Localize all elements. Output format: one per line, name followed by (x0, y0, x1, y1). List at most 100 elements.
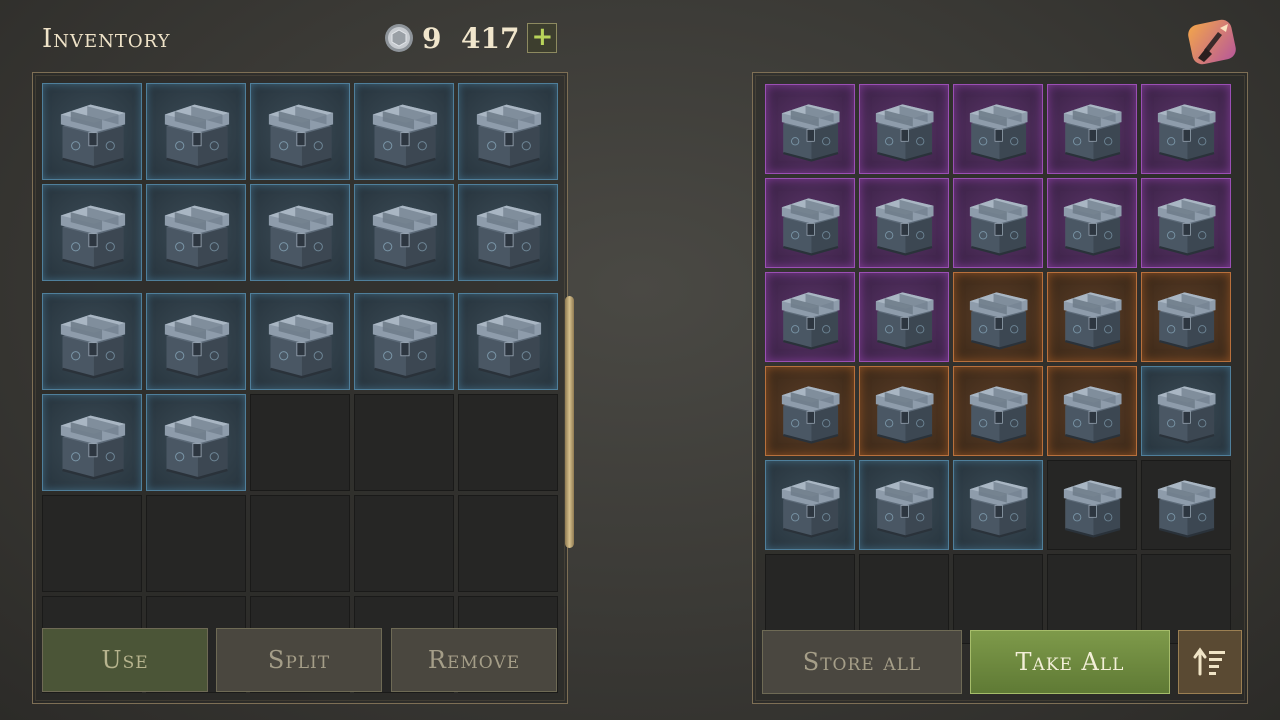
inventory-scrollbar[interactable] (565, 296, 574, 548)
steel-chest-icon (476, 314, 541, 379)
remove-button[interactable]: Remove (391, 628, 557, 692)
steel-chest-icon (372, 314, 437, 379)
steel-chest-icon (875, 386, 934, 444)
steel-chest-icon (476, 104, 541, 169)
inventory-slot-item[interactable] (1047, 178, 1137, 268)
inventory-slot-item[interactable] (250, 293, 350, 390)
empty-slot (250, 495, 350, 592)
steel-chest-icon (875, 292, 934, 350)
steel-chest-icon (164, 314, 229, 379)
inventory-slot-item[interactable] (42, 293, 142, 390)
steel-chest-icon (781, 480, 840, 538)
steel-chest-icon (60, 314, 125, 379)
inventory-slot-item[interactable] (458, 293, 558, 390)
inventory-slot-item[interactable] (1141, 84, 1231, 174)
inventory-slot-item[interactable] (765, 178, 855, 268)
inventory-slot-item[interactable] (765, 84, 855, 174)
inventory-slot-item[interactable] (1047, 84, 1137, 174)
steel-chest-icon (969, 386, 1028, 444)
inventory-slot-item[interactable] (146, 394, 246, 491)
steel-chest-icon (164, 415, 229, 480)
steel-chest-icon (268, 205, 333, 270)
split-button[interactable]: Split (216, 628, 382, 692)
sort-icon (1193, 647, 1225, 676)
inventory-slot-item[interactable] (859, 178, 949, 268)
steel-chest-icon (372, 205, 437, 270)
steel-chest-icon (1063, 104, 1122, 162)
inventory-slot-item[interactable] (953, 84, 1043, 174)
inventory-slot-item[interactable] (1141, 366, 1231, 456)
empty-slot (250, 394, 350, 491)
steel-chest-icon (875, 198, 934, 256)
empty-slot (458, 495, 558, 592)
steel-chest-icon (781, 292, 840, 350)
steel-chest-icon (476, 205, 541, 270)
inventory-slot-item[interactable] (146, 293, 246, 390)
steel-chest-icon (164, 104, 229, 169)
inventory-slot-item[interactable] (765, 366, 855, 456)
store-all-button[interactable]: Store all (762, 630, 962, 694)
inventory-slot-item[interactable] (953, 178, 1043, 268)
inventory-slot-item[interactable] (953, 460, 1043, 550)
steel-chest-icon (875, 104, 934, 162)
steel-chest-icon (60, 415, 125, 480)
steel-chest-icon (1063, 198, 1122, 256)
use-button[interactable]: Use (42, 628, 208, 692)
steel-chest-icon (781, 386, 840, 444)
steel-chest-icon (268, 314, 333, 379)
clean-up-broom-icon[interactable] (1184, 14, 1242, 72)
inventory-slot-item[interactable] (354, 184, 454, 281)
inventory-slot-item[interactable] (250, 184, 350, 281)
steel-chest-icon (60, 205, 125, 270)
empty-slot (146, 495, 246, 592)
inventory-slot-item[interactable] (765, 272, 855, 362)
steel-chest-icon (969, 104, 1028, 162)
steel-chest-icon (60, 104, 125, 169)
steel-chest-icon (1157, 480, 1216, 538)
inventory-slot-item[interactable] (250, 83, 350, 180)
steel-chest-icon (1157, 198, 1216, 256)
inventory-slot-item[interactable] (1047, 366, 1137, 456)
steel-chest-icon (1063, 292, 1122, 350)
inventory-slot-item[interactable] (859, 272, 949, 362)
inventory-slot-item[interactable] (859, 366, 949, 456)
inventory-slot-item[interactable] (859, 460, 949, 550)
steel-chest-icon (1063, 480, 1122, 538)
empty-slot (354, 495, 454, 592)
inventory-slot-item[interactable] (1141, 460, 1231, 550)
steel-chest-icon (781, 104, 840, 162)
inventory-slot-item[interactable] (953, 366, 1043, 456)
inventory-slot-item[interactable] (42, 184, 142, 281)
take-all-button[interactable]: Take All (970, 630, 1170, 694)
inventory-slot-item[interactable] (1141, 178, 1231, 268)
empty-slot (458, 394, 558, 491)
steel-chest-icon (1063, 386, 1122, 444)
steel-chest-icon (268, 104, 333, 169)
inventory-slot-item[interactable] (146, 184, 246, 281)
inventory-slot-item[interactable] (1047, 460, 1137, 550)
steel-chest-icon (875, 480, 934, 538)
inventory-slot-item[interactable] (354, 83, 454, 180)
inventory-slot-item[interactable] (859, 84, 949, 174)
steel-chest-icon (1157, 386, 1216, 444)
inventory-slot-item[interactable] (765, 460, 855, 550)
empty-slot (354, 394, 454, 491)
steel-chest-icon (781, 198, 840, 256)
steel-chest-icon (969, 292, 1028, 350)
steel-chest-icon (969, 480, 1028, 538)
inventory-slot-item[interactable] (42, 83, 142, 180)
add-currency-button[interactable]: + (527, 23, 558, 53)
sort-button[interactable] (1178, 630, 1242, 694)
inventory-slot-item[interactable] (1141, 272, 1231, 362)
steel-chest-icon (969, 198, 1028, 256)
inventory-slot-item[interactable] (354, 293, 454, 390)
steel-chest-icon (1157, 292, 1216, 350)
inventory-slot-item[interactable] (458, 83, 558, 180)
inventory-slot-item[interactable] (1047, 272, 1137, 362)
inventory-slot-item[interactable] (953, 272, 1043, 362)
inventory-slot-item[interactable] (146, 83, 246, 180)
inventory-slot-item[interactable] (458, 184, 558, 281)
silver-coin-icon (385, 24, 413, 52)
inventory-slot-item[interactable] (42, 394, 142, 491)
empty-slot (42, 495, 142, 592)
